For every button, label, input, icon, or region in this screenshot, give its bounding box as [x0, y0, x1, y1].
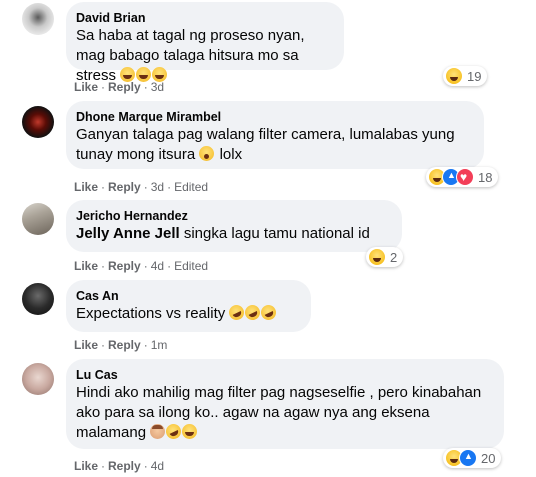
grinning-emoji-icon	[182, 424, 198, 439]
separator: ·	[167, 259, 172, 273]
separator: ·	[143, 180, 148, 194]
comment-body-suffix: lolx	[219, 146, 243, 163]
timestamp[interactable]: 4d	[151, 259, 164, 273]
reaction-summary[interactable]: 18	[426, 167, 499, 187]
avatar[interactable]	[22, 283, 54, 315]
comment-bubble: Dhone Marque Mirambel Ganyan talaga pag …	[66, 101, 484, 169]
separator: ·	[101, 180, 106, 194]
comment-actions: Like · Reply · 4d · Edited	[74, 258, 208, 274]
person-emoji-icon	[150, 424, 166, 439]
rolling-laughing-emoji-icon	[163, 421, 184, 442]
like-button[interactable]: Like	[74, 180, 98, 194]
comment-actions: Like · Reply · 1m	[74, 337, 167, 353]
like-button[interactable]: Like	[74, 80, 98, 94]
comment-body: Sa haba at tagal ng proseso nyan, mag ba…	[76, 27, 305, 84]
reply-button[interactable]: Reply	[108, 338, 141, 352]
separator: ·	[143, 459, 148, 473]
comment-actions: Like · Reply · 4d	[74, 458, 164, 474]
like-button[interactable]: Like	[74, 338, 98, 352]
edited-label[interactable]: Edited	[174, 180, 208, 194]
separator: ·	[101, 259, 106, 273]
rolling-laughing-emoji-icon	[258, 302, 279, 323]
love-icon	[456, 168, 474, 186]
timestamp[interactable]: 4d	[151, 459, 164, 473]
like-icon	[459, 449, 477, 467]
comment-bubble: Cas An Expectations vs reality	[66, 280, 311, 332]
shocked-emoji-icon	[199, 146, 215, 161]
reaction-count: 18	[478, 169, 493, 185]
avatar[interactable]	[22, 106, 54, 138]
comment-body: Expectations vs reality	[76, 305, 226, 322]
reaction-summary[interactable]: 20	[443, 448, 502, 468]
comment-bubble: Jericho Hernandez Jelly Anne Jell singka…	[66, 200, 402, 252]
avatar[interactable]	[22, 3, 54, 35]
timestamp[interactable]: 3d	[151, 180, 164, 194]
separator: ·	[101, 459, 106, 473]
avatar[interactable]	[22, 203, 54, 235]
comment-text: Ganyan talaga pag walang filter camera, …	[76, 125, 472, 165]
separator: ·	[167, 180, 172, 194]
comment-actions: Like · Reply · 3d · Edited	[74, 179, 208, 195]
reply-button[interactable]: Reply	[108, 80, 141, 94]
separator: ·	[143, 338, 148, 352]
reply-button[interactable]: Reply	[108, 180, 141, 194]
comment-bubble: Lu Cas Hindi ako mahilig mag filter pag …	[66, 359, 504, 449]
separator: ·	[101, 338, 106, 352]
comment-body: Ganyan talaga pag walang filter camera, …	[76, 126, 455, 163]
separator: ·	[143, 259, 148, 273]
reaction-count: 2	[390, 249, 398, 265]
reply-button[interactable]: Reply	[108, 459, 141, 473]
timestamp[interactable]: 3d	[151, 80, 164, 94]
reaction-count: 19	[467, 68, 482, 84]
mention-link[interactable]: Jelly Anne Jell	[76, 225, 180, 242]
reaction-summary[interactable]: 19	[443, 66, 488, 86]
haha-icon	[445, 67, 463, 85]
comment-body: singka lagu tamu national id	[183, 225, 370, 242]
comment-text: Jelly Anne Jell singka lagu tamu nationa…	[76, 224, 390, 244]
comment-text: Sa haba at tagal ng proseso nyan, mag ba…	[76, 26, 332, 86]
comment-body: Hindi ako mahilig mag filter pag nagsese…	[76, 384, 482, 441]
comment-author[interactable]: Jericho Hernandez	[76, 208, 390, 224]
comment-actions: Like · Reply · 3d	[74, 79, 164, 95]
comment-author[interactable]: Dhone Marque Mirambel	[76, 109, 472, 125]
comment-author[interactable]: David Brian	[76, 10, 332, 26]
reaction-count: 20	[481, 450, 496, 466]
avatar[interactable]	[22, 363, 54, 395]
comment-bubble: David Brian Sa haba at tagal ng proseso …	[66, 2, 344, 84]
like-button[interactable]: Like	[74, 459, 98, 473]
separator: ·	[101, 80, 106, 94]
reaction-summary[interactable]: 2	[366, 247, 404, 267]
like-button[interactable]: Like	[74, 259, 98, 273]
comment-text: Hindi ako mahilig mag filter pag nagsese…	[76, 383, 492, 443]
separator: ·	[143, 80, 148, 94]
haha-icon	[368, 248, 386, 266]
comment-author[interactable]: Lu Cas	[76, 367, 492, 383]
comment-author[interactable]: Cas An	[76, 288, 299, 304]
reply-button[interactable]: Reply	[108, 259, 141, 273]
edited-label[interactable]: Edited	[174, 259, 208, 273]
timestamp[interactable]: 1m	[151, 338, 168, 352]
comment-text: Expectations vs reality	[76, 302, 299, 324]
